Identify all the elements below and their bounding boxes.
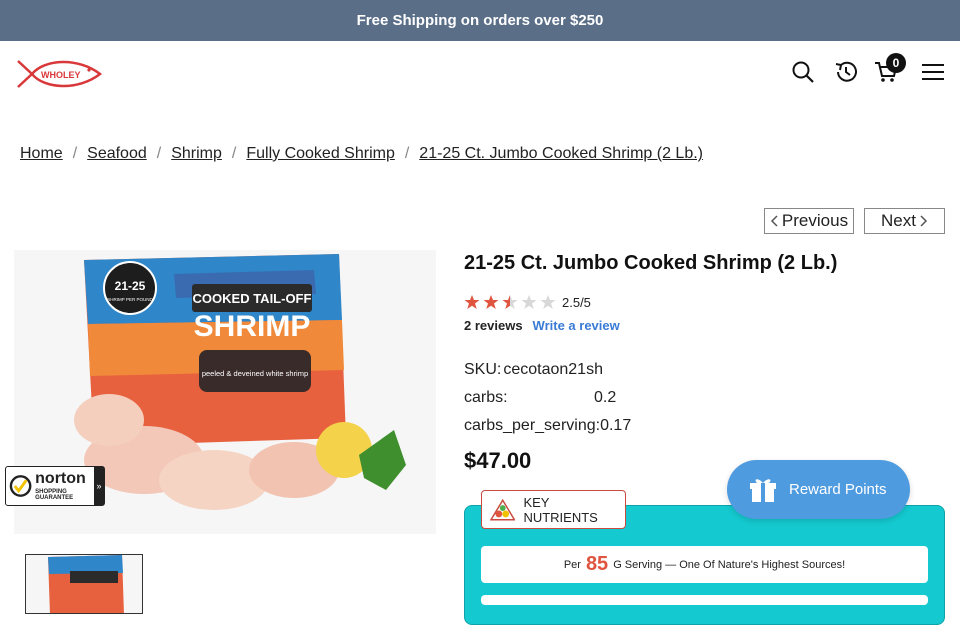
next-button[interactable]: Next <box>864 208 945 234</box>
spec-row-sku: SKU: cecotaon21sh <box>464 356 631 384</box>
serving-info: Per 85 G Serving — One Of Nature's Highe… <box>481 546 928 583</box>
chevron-right-icon <box>920 215 928 227</box>
previous-button[interactable]: Previous <box>764 208 854 234</box>
breadcrumb-separator: / <box>404 145 410 162</box>
breadcrumb-seafood[interactable]: Seafood <box>87 145 147 163</box>
reward-points-button[interactable]: Reward Points <box>727 460 910 519</box>
spec-row-carbs: carbs: 0.2 <box>464 384 631 412</box>
logo-text: WHOLEY <box>41 70 81 80</box>
breadcrumb-shrimp[interactable]: Shrimp <box>171 145 222 163</box>
nutrients-icon <box>490 498 516 521</box>
bag-line1: COOKED TAIL-OFF <box>193 291 312 306</box>
key-nutrients-label: KEY NUTRIENTS <box>523 494 598 525</box>
spec-row-carbs-per-serving: carbs_per_serving: 0.17 <box>464 412 631 440</box>
breadcrumb-separator: / <box>72 145 78 162</box>
nutrient-row <box>481 595 928 605</box>
chevron-left-icon <box>770 215 778 227</box>
serving-grams: 85 <box>585 553 609 575</box>
norton-badge[interactable]: norton SHOPPING GUARANTEE » <box>5 466 105 506</box>
announcement-bar: Free Shipping on orders over $250 <box>0 0 960 41</box>
product-specs: SKU: cecotaon21sh carbs: 0.2 carbs_per_s… <box>464 356 631 440</box>
product-title: 21-25 Ct. Jumbo Cooked Shrimp (2 Lb.) <box>464 252 838 274</box>
spec-label: SKU: <box>464 361 502 378</box>
logo[interactable]: WHOLEY <box>14 57 104 91</box>
bag-line3: peeled & deveined white shrimp <box>202 369 308 378</box>
spec-label: carbs_per_serving: <box>464 417 601 434</box>
cart-count-badge: 0 <box>886 53 906 73</box>
spec-value: 0.17 <box>600 417 632 434</box>
next-label: Next <box>881 211 916 230</box>
spec-value: cecotaon21sh <box>503 361 603 378</box>
write-review-link[interactable]: Write a review <box>533 318 620 333</box>
breadcrumb-home[interactable]: Home <box>20 145 63 163</box>
product-rating: 2.5/5 <box>464 294 591 310</box>
bag-count-sub: SHRIMP PER POUND <box>107 297 153 302</box>
serving-prefix: Per <box>563 558 581 571</box>
reviews-row: 2 reviews Write a review <box>464 318 620 333</box>
reward-points-label: Reward Points <box>789 481 887 498</box>
spec-value: 0.2 <box>594 389 617 406</box>
breadcrumb-separator: / <box>231 145 237 162</box>
bag-line2: SHRIMP <box>194 310 311 343</box>
search-icon[interactable] <box>790 59 816 85</box>
previous-label: Previous <box>781 211 849 230</box>
serving-suffix: G Serving — One Of Nature's Highest Sour… <box>613 558 846 571</box>
star-rating-icon <box>464 295 556 309</box>
gift-icon <box>750 478 776 502</box>
breadcrumb-separator: / <box>156 145 162 162</box>
menu-icon[interactable] <box>920 59 946 85</box>
norton-expand-icon: » <box>94 467 104 505</box>
reviews-count[interactable]: 2 reviews <box>464 318 523 333</box>
norton-check-icon <box>9 475 32 497</box>
breadcrumb: Home / Seafood / Shrimp / Fully Cooked S… <box>20 145 703 163</box>
bag-count: 21-25 <box>115 279 146 293</box>
product-thumbnail[interactable] <box>25 554 143 614</box>
key-nutrients-tab[interactable]: KEY NUTRIENTS <box>481 490 626 529</box>
site-header: WHOLEY <box>0 41 960 105</box>
announcement-text: Free Shipping on orders over $250 <box>356 12 604 29</box>
spec-label: carbs: <box>464 389 508 406</box>
history-icon[interactable] <box>833 59 859 85</box>
breadcrumb-fully-cooked-shrimp[interactable]: Fully Cooked Shrimp <box>246 145 395 163</box>
rating-text: 2.5/5 <box>562 294 591 310</box>
product-price: $47.00 <box>464 448 532 473</box>
breadcrumb-current-product[interactable]: 21-25 Ct. Jumbo Cooked Shrimp (2 Lb.) <box>419 145 703 163</box>
